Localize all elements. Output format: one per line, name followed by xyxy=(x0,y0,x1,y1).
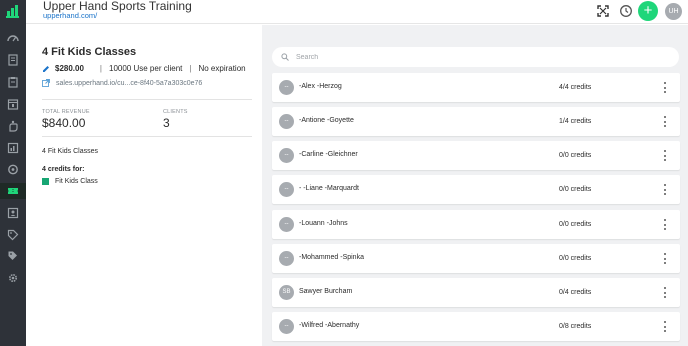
client-name[interactable]: -Wilfred -Abernathy xyxy=(299,322,359,329)
external-link-icon xyxy=(42,79,50,87)
more-options-icon[interactable] xyxy=(663,287,667,298)
client-avatar: -- xyxy=(279,217,294,232)
client-name[interactable]: -Carline -Gleichner xyxy=(299,151,358,158)
tag-icon[interactable] xyxy=(5,228,21,242)
client-avatar: -- xyxy=(279,251,294,266)
more-options-icon[interactable] xyxy=(663,253,667,264)
calendar-icon[interactable] xyxy=(5,97,21,111)
client-avatar: -- xyxy=(279,114,294,129)
client-credits: 1/4 credits xyxy=(559,118,592,125)
client-name[interactable]: Sawyer Burcham xyxy=(299,288,352,295)
package-price: $280.00 xyxy=(55,64,84,73)
client-row[interactable]: -- -Mohammed -Spinka 0/0 credits xyxy=(272,244,680,273)
clients-label: CLIENTS xyxy=(163,109,188,115)
book-icon[interactable] xyxy=(5,53,21,67)
more-options-icon[interactable] xyxy=(663,150,667,161)
client-avatar: -- xyxy=(279,182,294,197)
client-credits: 0/0 credits xyxy=(559,221,592,228)
expand-icon[interactable] xyxy=(596,4,610,18)
client-row[interactable]: -- -Wilfred -Abernathy 0/8 credits xyxy=(272,312,680,341)
app-url-link[interactable]: upperhand.com/ xyxy=(43,11,97,20)
client-row[interactable]: -- -Louann -Johns 0/0 credits xyxy=(272,210,680,239)
event-item: Fit Kids Class xyxy=(42,178,98,185)
client-avatar: -- xyxy=(279,148,294,163)
search-icon xyxy=(281,53,289,61)
pencil-icon[interactable] xyxy=(42,65,50,73)
client-avatar: -- xyxy=(279,80,294,95)
clock-icon[interactable] xyxy=(619,4,633,18)
client-row[interactable]: -- -Carline -Gleichner 0/0 credits xyxy=(272,141,680,170)
client-credits: 4/4 credits xyxy=(559,84,592,91)
package-link[interactable]: sales.upperhand.io/cu...ce-8f40-5a7a303c… xyxy=(42,79,202,87)
package-details-panel: 4 Fit Kids Classes $280.00 | 10000 Use p… xyxy=(26,25,272,346)
search-input[interactable] xyxy=(296,53,656,61)
event-color-swatch xyxy=(42,178,49,185)
upper-hand-logo-icon[interactable] xyxy=(5,3,21,19)
total-revenue-value: $840.00 xyxy=(42,116,86,130)
client-avatar: -- xyxy=(279,319,294,334)
client-avatar: SB xyxy=(279,285,294,300)
client-name[interactable]: -Alex -Herzog xyxy=(299,83,342,90)
hand-icon[interactable] xyxy=(5,119,21,133)
clipboard-icon[interactable] xyxy=(5,75,21,89)
package-title: 4 Fit Kids Classes xyxy=(42,46,137,58)
add-button[interactable]: + xyxy=(638,1,658,21)
client-credits: 0/0 credits xyxy=(559,255,592,262)
divider xyxy=(42,136,252,137)
event-name: Fit Kids Class xyxy=(55,178,98,185)
chart-icon[interactable] xyxy=(5,141,21,155)
sidebar xyxy=(0,0,26,346)
client-credits: 0/4 credits xyxy=(559,289,592,296)
credits-for-label: 4 credits for: xyxy=(42,166,85,173)
package-expiration: No expiration xyxy=(198,64,246,73)
divider xyxy=(42,99,252,100)
client-credits: 0/0 credits xyxy=(559,186,592,193)
client-credits: 0/8 credits xyxy=(559,323,592,330)
more-options-icon[interactable] xyxy=(663,219,667,230)
package-uses: 10000 Use per client xyxy=(109,64,183,73)
settings-icon[interactable] xyxy=(5,271,21,285)
search-bar[interactable] xyxy=(272,47,679,67)
total-revenue-label: TOTAL REVENUE xyxy=(42,109,90,115)
user-avatar[interactable]: UH xyxy=(665,3,682,20)
client-row[interactable]: SB Sawyer Burcham 0/4 credits xyxy=(272,278,680,307)
client-name[interactable]: -Mohammed -Spinka xyxy=(299,254,364,261)
more-options-icon[interactable] xyxy=(663,116,667,127)
package-summary: $280.00 | 10000 Use per client | No expi… xyxy=(42,64,246,73)
client-name[interactable]: -Antione -Goyette xyxy=(299,117,354,124)
more-options-icon[interactable] xyxy=(663,321,667,332)
top-bar: Upper Hand Sports Training upperhand.com… xyxy=(26,0,688,24)
clients-panel: -- -Alex -Herzog 4/4 credits -- -Antione… xyxy=(262,25,688,346)
package-link-text[interactable]: sales.upperhand.io/cu...ce-8f40-5a7a303c… xyxy=(56,80,202,87)
client-row[interactable]: -- -Antione -Goyette 1/4 credits xyxy=(272,107,680,136)
contacts-icon[interactable] xyxy=(5,206,21,220)
client-row[interactable]: -- -Alex -Herzog 4/4 credits xyxy=(272,73,680,102)
separator: | xyxy=(189,64,192,73)
client-name[interactable]: -Louann -Johns xyxy=(299,220,348,227)
more-options-icon[interactable] xyxy=(663,82,667,93)
dashboard-icon[interactable] xyxy=(5,32,21,46)
package-description: 4 Fit Kids Classes xyxy=(42,148,99,155)
ticket-icon[interactable] xyxy=(5,184,21,198)
location-icon[interactable] xyxy=(5,163,21,177)
client-name[interactable]: - -Liane -Marquardt xyxy=(299,185,359,192)
separator: | xyxy=(99,64,102,73)
more-options-icon[interactable] xyxy=(663,184,667,195)
clients-value: 3 xyxy=(163,116,170,130)
tags-icon[interactable] xyxy=(5,249,21,263)
client-row[interactable]: -- - -Liane -Marquardt 0/0 credits xyxy=(272,175,680,204)
client-credits: 0/0 credits xyxy=(559,152,592,159)
